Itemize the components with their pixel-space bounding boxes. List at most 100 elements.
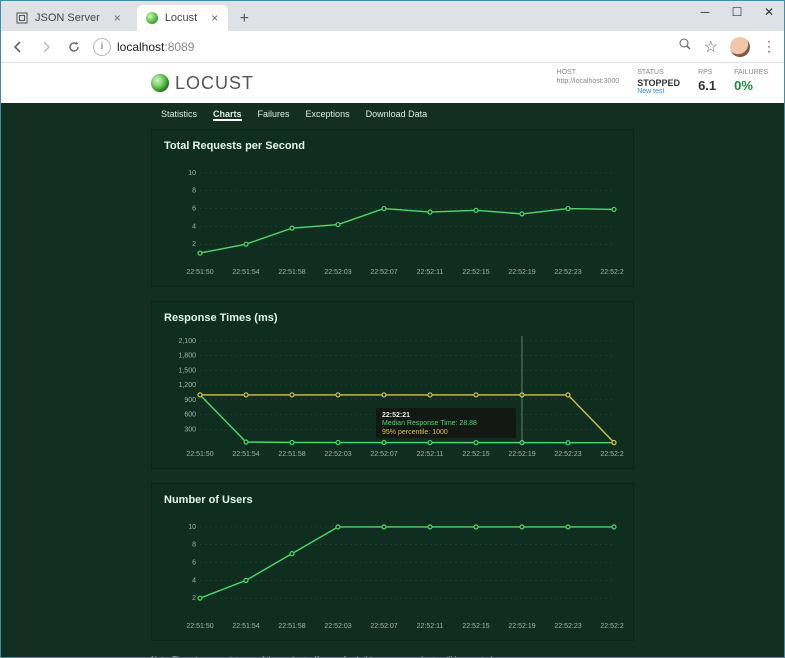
series-marker bbox=[474, 441, 478, 445]
x-tick-label: 22:51:58 bbox=[278, 451, 305, 458]
bookmark-star-icon[interactable]: ☆ bbox=[704, 37, 718, 57]
y-tick-label: 1,800 bbox=[178, 353, 196, 360]
series-marker bbox=[612, 441, 616, 445]
tab-title: Locust bbox=[165, 12, 197, 24]
x-tick-label: 22:52:23 bbox=[554, 451, 581, 458]
page-content: Total Requests per Second 2 4 6 8 10 22:51:50 2… bbox=[1, 125, 784, 657]
x-tick-label: 22:51:50 bbox=[186, 623, 213, 630]
y-tick-label: 8 bbox=[192, 542, 196, 549]
new-tab-button[interactable]: + bbox=[232, 7, 256, 31]
nav-tab-download-data[interactable]: Download Data bbox=[366, 109, 428, 121]
panel-rps: Total Requests per Second24681022:51:502… bbox=[151, 129, 634, 287]
site-info-icon[interactable]: i bbox=[93, 38, 111, 56]
maximize-icon[interactable]: ☐ bbox=[728, 3, 746, 21]
series-marker bbox=[198, 393, 202, 397]
series-marker bbox=[612, 525, 616, 529]
series-marker bbox=[336, 525, 340, 529]
back-button[interactable] bbox=[9, 38, 27, 56]
series-marker bbox=[336, 441, 340, 445]
panel-title: Total Requests per Second bbox=[164, 140, 621, 152]
stat-value: http://localhost:3000 bbox=[557, 78, 620, 86]
header-stats: HOST http://localhost:3000 STATUS STOPPE… bbox=[557, 69, 768, 97]
series-marker bbox=[244, 393, 248, 397]
app-header: LOCUST HOST http://localhost:3000 STATUS… bbox=[1, 63, 784, 103]
forward-button[interactable] bbox=[37, 38, 55, 56]
persistence-note: Note: There is no persistence of these c… bbox=[151, 655, 634, 657]
toolbar-right: ☆ ⋮ bbox=[678, 37, 776, 57]
x-tick-label: 22:52:11 bbox=[417, 269, 444, 276]
series-marker bbox=[474, 525, 478, 529]
reload-button[interactable] bbox=[65, 38, 83, 56]
series-marker bbox=[612, 207, 616, 211]
x-tick-label: 22:51:50 bbox=[186, 269, 213, 276]
close-icon[interactable]: × bbox=[211, 11, 218, 25]
stat-failures: FAILURES 0% bbox=[734, 69, 768, 97]
browser-tab-locust[interactable]: Locust × bbox=[137, 5, 228, 31]
x-tick-label: 22:52:27 bbox=[600, 269, 624, 276]
x-tick-label: 22:52:19 bbox=[508, 623, 535, 630]
stat-value: 6.1 bbox=[698, 78, 716, 94]
stat-value: STOPPED bbox=[637, 78, 680, 89]
x-tick-label: 22:52:19 bbox=[508, 269, 535, 276]
y-tick-label: 6 bbox=[192, 560, 196, 567]
locust-favicon bbox=[145, 11, 159, 25]
tooltip-time: 22:52:21 bbox=[382, 412, 410, 419]
brand-name: LOCUST bbox=[175, 73, 254, 94]
y-tick-label: 10 bbox=[188, 524, 196, 531]
y-tick-label: 300 bbox=[184, 426, 196, 433]
x-tick-label: 22:52:19 bbox=[508, 451, 535, 458]
close-icon[interactable]: × bbox=[114, 11, 121, 25]
y-tick-label: 2 bbox=[192, 241, 196, 248]
y-tick-label: 900 bbox=[184, 397, 196, 404]
browser-tabbar: JSON Server × Locust × + ─ ☐ ✕ bbox=[1, 1, 784, 31]
y-tick-label: 1,500 bbox=[178, 367, 196, 374]
x-tick-label: 22:52:15 bbox=[462, 451, 489, 458]
series-marker bbox=[290, 440, 294, 444]
series-marker bbox=[244, 242, 248, 246]
series-marker bbox=[290, 226, 294, 230]
kebab-menu-icon[interactable]: ⋮ bbox=[762, 38, 776, 55]
close-window-icon[interactable]: ✕ bbox=[760, 3, 778, 21]
x-tick-label: 22:52:15 bbox=[462, 269, 489, 276]
series-marker bbox=[382, 525, 386, 529]
chart-users: 24681022:51:5022:51:5422:51:5822:52:0322… bbox=[164, 512, 624, 632]
address-bar[interactable]: i localhost:8089 bbox=[93, 38, 194, 56]
y-tick-label: 2,100 bbox=[178, 338, 196, 345]
minimize-icon[interactable]: ─ bbox=[696, 3, 714, 21]
locust-logo-icon bbox=[151, 74, 169, 92]
nav-tab-charts[interactable]: Charts bbox=[213, 109, 242, 121]
page-viewport: LOCUST HOST http://localhost:3000 STATUS… bbox=[1, 63, 784, 657]
x-tick-label: 22:51:50 bbox=[186, 451, 213, 458]
series-marker bbox=[244, 440, 248, 444]
x-tick-label: 22:51:58 bbox=[278, 269, 305, 276]
tab-title: JSON Server bbox=[35, 12, 100, 24]
y-tick-label: 4 bbox=[192, 223, 196, 230]
nav-tab-exceptions[interactable]: Exceptions bbox=[306, 109, 350, 121]
zoom-icon[interactable] bbox=[678, 37, 692, 56]
series-marker bbox=[520, 525, 524, 529]
nav-tab-statistics[interactable]: Statistics bbox=[161, 109, 197, 121]
series-marker bbox=[520, 212, 524, 216]
series-marker bbox=[428, 525, 432, 529]
series-marker bbox=[474, 208, 478, 212]
stat-rps: RPS 6.1 bbox=[698, 69, 716, 97]
x-tick-label: 22:52:07 bbox=[370, 623, 397, 630]
panel-users: Number of Users24681022:51:5022:51:5422:… bbox=[151, 483, 634, 641]
stat-status: STATUS STOPPED New test bbox=[637, 69, 680, 97]
x-tick-label: 22:52:07 bbox=[370, 269, 397, 276]
y-tick-label: 4 bbox=[192, 577, 196, 584]
stat-label: STATUS bbox=[637, 69, 680, 77]
series-marker bbox=[382, 393, 386, 397]
series-marker bbox=[428, 210, 432, 214]
profile-avatar[interactable] bbox=[730, 37, 750, 57]
series-marker bbox=[244, 578, 248, 582]
new-test-link[interactable]: New test bbox=[637, 88, 680, 96]
x-tick-label: 22:52:11 bbox=[417, 623, 444, 630]
panel-rt: Response Times (ms)3006009001,2001,5001,… bbox=[151, 301, 634, 469]
x-tick-label: 22:52:27 bbox=[600, 451, 624, 458]
nav-tab-failures[interactable]: Failures bbox=[258, 109, 290, 121]
panel-title: Response Times (ms) bbox=[164, 312, 621, 324]
x-tick-label: 22:52:23 bbox=[554, 269, 581, 276]
browser-tab-json-server[interactable]: JSON Server × bbox=[7, 5, 131, 31]
json-server-favicon bbox=[15, 11, 29, 25]
